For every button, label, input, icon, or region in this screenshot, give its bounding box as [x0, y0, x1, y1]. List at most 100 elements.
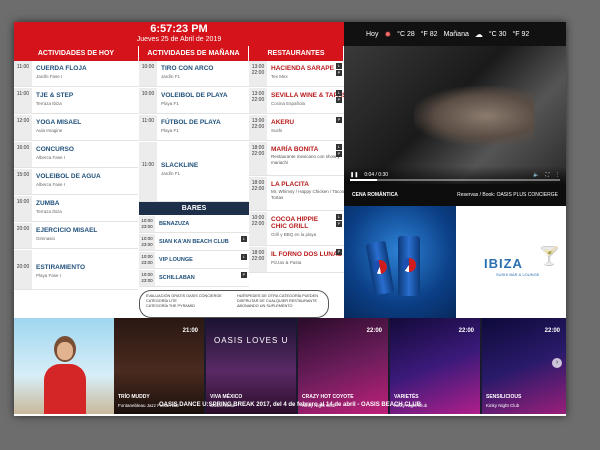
can-icon [398, 236, 420, 296]
activity-location: Jardín F1 [161, 171, 181, 176]
list-item: 11:00 SLACKLINE Jardín F1 [139, 142, 249, 202]
activity-location: Gimnasio [36, 236, 56, 241]
activity-time: 20:00 [14, 250, 32, 289]
list-item: 10:00 VOLEIBOL DE PLAYA Playa F1 [139, 88, 249, 114]
list-item: 16:00 CONCURSO Alberca Fase I [14, 142, 138, 168]
legend-pyramid: CATEGORÍA THE PYRAMID [146, 304, 195, 308]
activity-location: Playa F1 [161, 128, 179, 133]
badge-pyramid-icon: P [336, 97, 342, 103]
badge-pyramid-icon: P [336, 70, 342, 76]
activity-time: 11:00 [14, 88, 32, 113]
pause-icon[interactable]: ❚❚ [350, 172, 358, 178]
restaurant-name: MARÍA BONITA [271, 146, 319, 153]
bars-header: BARES [139, 202, 249, 215]
activity-name: EJERCICIO MISAEL [36, 227, 98, 234]
list-item: 10:00 23:00 BENAZUZA [139, 216, 249, 233]
weather-tomorrow-high: °C 30 [488, 30, 507, 38]
activity-location: Jardín F1 [161, 74, 181, 79]
activity-name: CUERDA FLOJA [36, 65, 87, 72]
show-time: 21:00 [182, 328, 198, 334]
video-caption-booking: Reservas / Book: OASIS PLUS CONCIERGE [457, 192, 558, 198]
list-item: 11:00 TJE & STEP Terraza Ibiza [14, 88, 138, 114]
activity-time: 11:00 [14, 61, 32, 86]
category-legend: EVALUACIÓN GRATIS OASIS CONCIERGE CATEGO… [139, 290, 329, 318]
activity-location: Alberca Fase I [36, 155, 66, 160]
more-icon[interactable]: ⋮ [555, 172, 560, 178]
badge-lite-icon: L [336, 90, 342, 96]
activity-name: YOGA MISAEL [36, 119, 82, 126]
category-badges: P [241, 272, 247, 278]
activity-time: 10:00 [139, 88, 157, 113]
category-badges: LP [336, 90, 342, 103]
video-controls: ❚❚ 0:04 / 0:30 🔈 ⛶ ⋮ [344, 166, 566, 184]
list-item: 18:00 22:00 LA PLACITA Mr. Whimsy / Happ… [249, 177, 348, 211]
restaurants-list: 13:00 22:00 HACIENDA SARAPE Tex Mex LP 1… [249, 61, 348, 291]
list-item: 10:00 TIRO CON ARCO Jardín F1 [139, 61, 249, 87]
restaurant-desc: Pizzas & Pasta [271, 260, 302, 265]
video-progress-bar[interactable] [350, 179, 560, 181]
restaurant-desc: Mr. Whimsy / Happy Chicken / Tacos & Tor… [271, 189, 349, 200]
activity-time: 15:00 [14, 169, 32, 194]
list-item: 20:00 ESTIRAMIENTO Playa Fase I [14, 250, 138, 290]
weather-today-high: °C 28 [397, 30, 415, 38]
restaurant-desc: Cocina Española [271, 101, 306, 106]
list-item: 10:00 23:00 VIP LOUNGE L [139, 252, 249, 269]
volume-icon[interactable]: 🔈 [533, 172, 539, 178]
badge-pyramid-icon: P [336, 151, 342, 157]
list-item: 18:00 22:00 MARÍA BONITA Restaurante mex… [249, 142, 344, 176]
badge-pyramid-icon: P [336, 117, 342, 123]
category-badges: L [241, 254, 247, 260]
cocktail-glass-icon: 🍸 [538, 246, 561, 266]
restaurant-hours: 13:00 22:00 [249, 115, 267, 140]
list-item: 13:00 22:00 AKERU Sushi P [249, 115, 344, 141]
activity-location: Playa Fase I [36, 273, 62, 278]
category-badges: P [336, 249, 342, 255]
bar-time: 10:00 23:00 [139, 234, 155, 250]
badge-pyramid-icon: P [336, 249, 342, 255]
can-icon [365, 240, 395, 296]
staff-face [57, 342, 73, 360]
bar-name: SCHILLABAN [159, 275, 195, 281]
activity-location: Terraza Ibiza [36, 101, 62, 106]
list-item: 12:00 YOGA MISAEL Aula Imagine [14, 115, 138, 141]
carousel-next-icon[interactable]: › [552, 358, 562, 368]
badge-pyramid-icon: P [336, 221, 342, 227]
activity-location: Aula Imagine [36, 128, 63, 133]
restaurant-hours: 18:00 22:00 [249, 142, 267, 175]
activity-time: 10:00 [139, 61, 157, 86]
activity-name: TIRO CON ARCO [161, 65, 214, 72]
activity-name: ZUMBA [36, 200, 60, 207]
bar-name: BENAZUZA [159, 221, 190, 227]
list-item: 15:00 VOLEIBOL DE AGUA Alberca Fase I [14, 169, 138, 195]
bar-time: 10:00 23:00 [139, 270, 155, 286]
activity-name: SLACKLINE [161, 162, 199, 169]
activity-time: 16:00 [14, 196, 32, 221]
badge-pyramid-icon: P [241, 272, 247, 278]
fullscreen-icon[interactable]: ⛶ [545, 172, 549, 178]
bar-name: SIAN KA'AN BEACH CLUB [159, 239, 229, 245]
clock-time: 6:57:23 PM [150, 23, 208, 35]
sun-icon: ✹ [384, 29, 392, 39]
list-item: 16:00 ZUMBA Terraza Ibiza [14, 196, 138, 222]
column-header-tomorrow: ACTIVIDADES DE MAÑANA [139, 46, 249, 61]
activity-location: Playa F1 [161, 101, 179, 106]
video-frame [414, 86, 534, 146]
pepsi-logo-icon [371, 258, 388, 276]
restaurant-hours: 18:00 22:00 [249, 247, 267, 272]
activity-name: ESTIRAMIENTO [36, 264, 85, 271]
restaurant-name: IL FORNO DOS LUNAS [271, 251, 343, 258]
restaurant-name: HACIENDA SARAPE [271, 65, 334, 72]
video-caption-title: CENA ROMÁNTICA [352, 192, 398, 198]
restaurant-desc: Tex Mex [271, 74, 288, 79]
activity-time: 12:00 [14, 115, 32, 140]
video-player[interactable]: ❚❚ 0:04 / 0:30 🔈 ⛶ ⋮ [344, 46, 566, 184]
list-item: 13:00 22:00 HACIENDA SARAPE Tex Mex LP [249, 61, 344, 87]
category-badges: LP [336, 144, 342, 157]
badge-lite-icon: L [336, 214, 342, 220]
weather-tomorrow-low: °F 92 [512, 30, 530, 38]
activity-name: VOLEIBOL DE PLAYA [161, 92, 228, 99]
list-item: 10:00 22:00 COCOA HIPPIE CHIC GRILL Gril… [249, 212, 344, 246]
restaurant-hours: 10:00 22:00 [249, 212, 267, 245]
bar-time: 10:00 23:00 [139, 216, 155, 232]
restaurant-name: AKERU [271, 119, 295, 126]
